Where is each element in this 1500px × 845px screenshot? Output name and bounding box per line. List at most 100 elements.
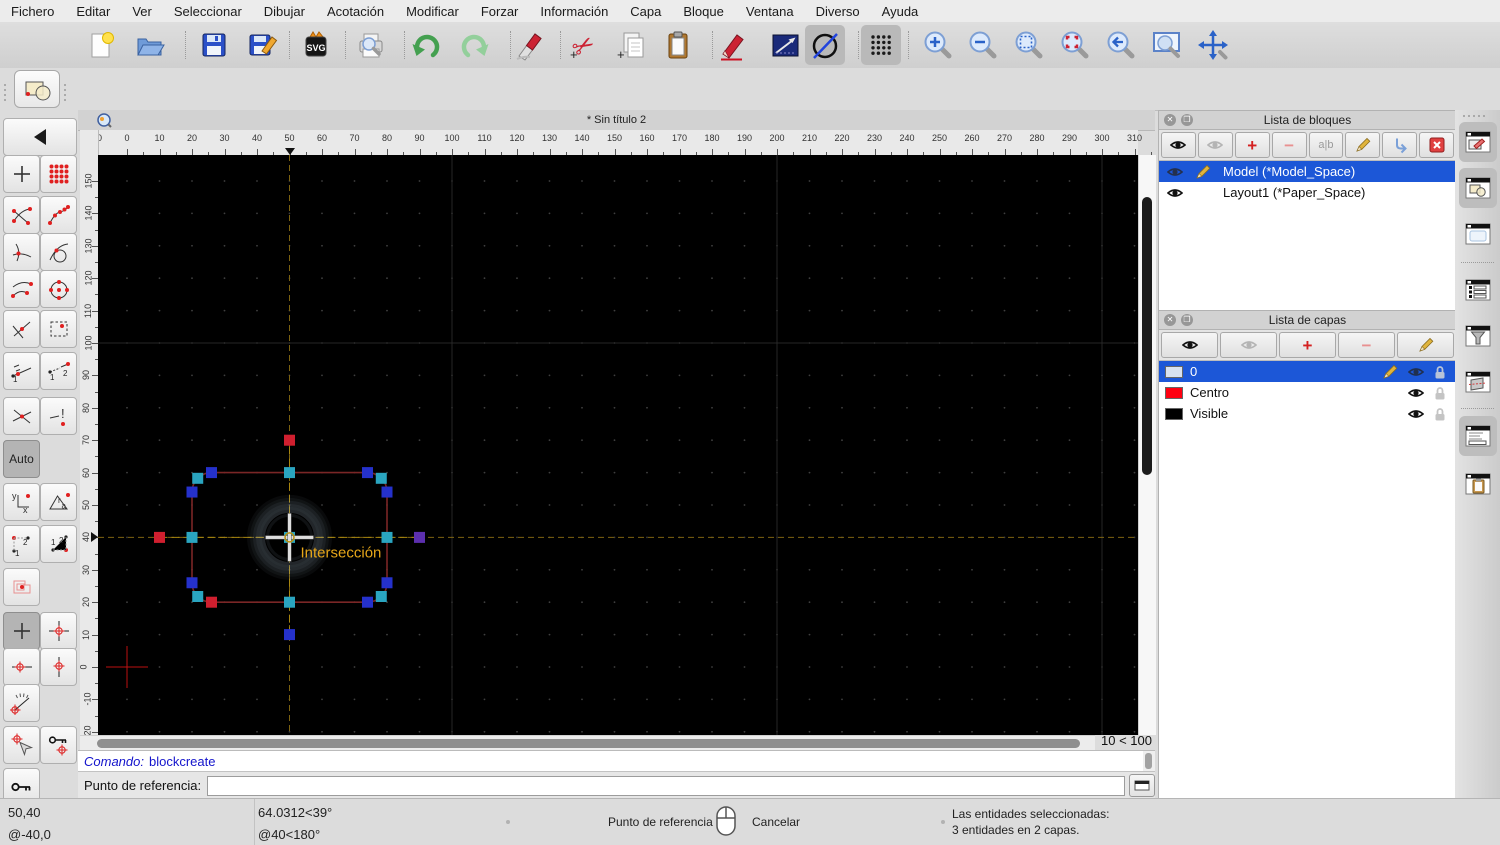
export-svg-button[interactable]: SVG bbox=[296, 25, 336, 65]
grid-toggle-button[interactable] bbox=[861, 25, 901, 65]
lock-icon[interactable] bbox=[1434, 407, 1446, 421]
circle-tool-button[interactable] bbox=[805, 25, 845, 65]
rename-block-button[interactable]: a|b bbox=[1308, 132, 1344, 158]
drawing-canvas[interactable]: Intersección bbox=[98, 155, 1138, 735]
freeze-all-layers-button[interactable] bbox=[1220, 332, 1277, 358]
snap-on-entity-button[interactable] bbox=[40, 196, 77, 234]
close-icon[interactable]: ✕ bbox=[1164, 314, 1176, 326]
set-snap-angle-button[interactable] bbox=[3, 684, 40, 722]
zoom-back-button[interactable] bbox=[1101, 25, 1141, 65]
edit-layer-button[interactable] bbox=[1397, 332, 1454, 358]
cut-button[interactable]: ✂ + bbox=[563, 25, 603, 65]
snap-free-button[interactable] bbox=[3, 155, 40, 193]
open-file-button[interactable] bbox=[130, 25, 170, 65]
menu-informacion[interactable]: Información bbox=[529, 4, 619, 19]
exclusive-snap-mode-button[interactable] bbox=[3, 726, 40, 764]
toggle-layer-dock-button[interactable] bbox=[1459, 122, 1497, 162]
keyboard-toggle-button[interactable] bbox=[1129, 774, 1155, 797]
menu-ayuda[interactable]: Ayuda bbox=[871, 4, 930, 19]
delete-block-button[interactable] bbox=[1419, 132, 1454, 158]
menu-editar[interactable]: Editar bbox=[65, 4, 121, 19]
layer-row[interactable]: Centro bbox=[1159, 382, 1456, 403]
canvas-horizontal-scrollbar[interactable] bbox=[80, 735, 1095, 751]
block-row[interactable]: Layout1 (*Paper_Space) bbox=[1159, 182, 1456, 203]
add-layer-button[interactable]: + bbox=[1279, 332, 1336, 358]
detach-icon[interactable]: ❐ bbox=[1181, 114, 1193, 126]
create-block-button[interactable] bbox=[14, 70, 60, 108]
menu-bloque[interactable]: Bloque bbox=[672, 4, 734, 19]
lock-icon[interactable] bbox=[1434, 386, 1446, 400]
snap-entity-point-button[interactable] bbox=[40, 310, 77, 348]
menu-ver[interactable]: Ver bbox=[121, 4, 163, 19]
toggle-library-dock-button[interactable] bbox=[1459, 214, 1497, 254]
snap-middle-button[interactable] bbox=[3, 310, 40, 348]
snap-grid-button[interactable] bbox=[40, 155, 77, 193]
zoom-auto-button[interactable] bbox=[1009, 25, 1049, 65]
toggle-command-dock-button[interactable] bbox=[1459, 416, 1497, 456]
back-button-button[interactable] bbox=[3, 118, 77, 156]
restrict-free-button[interactable] bbox=[3, 612, 40, 650]
toggle-filter-dock-button[interactable] bbox=[1459, 316, 1497, 356]
new-document-button[interactable] bbox=[80, 25, 120, 65]
snap-auto-button[interactable]: Auto bbox=[3, 440, 40, 478]
restrict-orthogonal-button[interactable] bbox=[40, 612, 77, 650]
menu-dibujar[interactable]: Dibujar bbox=[253, 4, 316, 19]
menu-fichero[interactable]: Fichero bbox=[0, 4, 65, 19]
zoom-pan-button[interactable] bbox=[1193, 25, 1233, 65]
menu-ventana[interactable]: Ventana bbox=[735, 4, 805, 19]
close-icon[interactable]: ✕ bbox=[1164, 114, 1176, 126]
zoom-in-button[interactable] bbox=[918, 25, 958, 65]
visibility-eye-icon[interactable] bbox=[1167, 187, 1183, 199]
snap-middle-arc-button[interactable] bbox=[3, 270, 40, 308]
block-row[interactable]: Model (*Model_Space) bbox=[1159, 161, 1456, 182]
visibility-eye-icon[interactable] bbox=[1408, 366, 1424, 378]
coordinate-polar-button[interactable]: ra bbox=[40, 483, 77, 521]
snap-distance-manual-button[interactable]: 12 bbox=[40, 352, 77, 390]
defreeze-all-layers-button[interactable] bbox=[1161, 332, 1218, 358]
toggle-block-dock-button[interactable] bbox=[1459, 168, 1497, 208]
layer-row[interactable]: Visible bbox=[1159, 403, 1456, 424]
restrict-horizontal-button[interactable] bbox=[3, 648, 40, 686]
toggle-hatch-dock-button[interactable] bbox=[1459, 362, 1497, 402]
menu-diverso[interactable]: Diverso bbox=[805, 4, 871, 19]
menu-modificar[interactable]: Modificar bbox=[395, 4, 470, 19]
layer-row[interactable]: 0 bbox=[1159, 361, 1456, 382]
coordinate-relative-cartesian-button[interactable]: 21 bbox=[3, 525, 40, 563]
command-history-scrollbar[interactable] bbox=[1143, 750, 1155, 772]
coordinate-cartesian-button[interactable]: yx bbox=[3, 483, 40, 521]
edit-pencil-icon[interactable] bbox=[1382, 364, 1398, 380]
lock-relative-zero-button[interactable] bbox=[40, 726, 77, 764]
restrict-nothing-button[interactable] bbox=[3, 568, 40, 606]
defreeze-all-blocks-button[interactable] bbox=[1161, 132, 1196, 158]
menu-forzar[interactable]: Forzar bbox=[470, 4, 530, 19]
remove-layer-button[interactable]: − bbox=[1338, 332, 1395, 358]
lock-icon[interactable] bbox=[1434, 365, 1446, 379]
menu-capa[interactable]: Capa bbox=[619, 4, 672, 19]
snap-tangent-button[interactable] bbox=[40, 233, 77, 271]
copy-button[interactable]: + bbox=[611, 25, 651, 65]
snap-intersection-manual-button[interactable]: ! bbox=[40, 397, 77, 435]
line-tool-button[interactable] bbox=[765, 25, 805, 65]
print-preview-button[interactable] bbox=[351, 25, 391, 65]
detach-icon[interactable]: ❐ bbox=[1181, 314, 1193, 326]
snap-center-button[interactable] bbox=[40, 270, 77, 308]
snap-intersection-button[interactable] bbox=[3, 397, 40, 435]
coordinate-relative-polar-button[interactable]: 12 bbox=[40, 525, 77, 563]
snap-endpoint-button[interactable] bbox=[3, 196, 40, 234]
snap-distance-point-button[interactable]: 1 bbox=[3, 352, 40, 390]
edit-attributes-button[interactable] bbox=[713, 25, 753, 65]
menu-acotacion[interactable]: Acotación bbox=[316, 4, 395, 19]
menu-seleccionar[interactable]: Seleccionar bbox=[163, 4, 253, 19]
restrict-vertical-button[interactable] bbox=[40, 648, 77, 686]
visibility-eye-icon[interactable] bbox=[1408, 408, 1424, 420]
undo-button[interactable] bbox=[406, 25, 446, 65]
snap-perpendicular-button[interactable] bbox=[3, 233, 40, 271]
zoom-previous-button[interactable] bbox=[1055, 25, 1095, 65]
delete-entities-button[interactable] bbox=[510, 25, 550, 65]
add-block-button[interactable]: + bbox=[1234, 132, 1270, 158]
zoom-window-button[interactable] bbox=[1147, 25, 1187, 65]
redo-button[interactable] bbox=[455, 25, 495, 65]
edit-block-button[interactable] bbox=[1345, 132, 1381, 158]
insert-block-button[interactable] bbox=[1382, 132, 1418, 158]
canvas-vertical-scrollbar[interactable] bbox=[1138, 155, 1156, 735]
